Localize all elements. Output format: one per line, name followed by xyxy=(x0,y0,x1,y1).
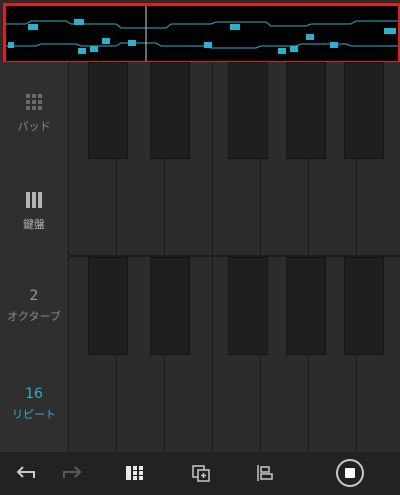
keyboard-label: 鍵盤 xyxy=(23,218,45,231)
black-key[interactable] xyxy=(150,257,190,355)
pad-layout-button[interactable] xyxy=(120,458,150,488)
keyboard-icon xyxy=(26,192,42,208)
black-key[interactable] xyxy=(228,257,268,355)
record-stop-icon xyxy=(336,459,364,487)
octave-control[interactable]: 2 オクターブ xyxy=(0,288,68,324)
duplicate-button[interactable] xyxy=(186,458,216,488)
black-key[interactable] xyxy=(228,62,268,159)
bottom-toolbar xyxy=(0,452,400,495)
pad-label: パッド xyxy=(17,120,51,133)
overview-highlight-frame xyxy=(3,3,400,64)
piano-keyboard[interactable] xyxy=(68,62,400,452)
repeat-value: 16 xyxy=(25,386,43,402)
black-key[interactable] xyxy=(286,257,326,355)
record-stop-button[interactable] xyxy=(335,458,365,488)
black-key[interactable] xyxy=(286,62,326,159)
pad-mode-button[interactable]: パッド xyxy=(0,94,68,134)
undo-button[interactable] xyxy=(10,458,40,488)
redo-icon xyxy=(63,466,82,478)
undo-icon xyxy=(16,466,35,478)
octave-value: 2 xyxy=(29,288,39,304)
pad-grid-icon xyxy=(26,94,42,110)
black-key[interactable] xyxy=(150,62,190,159)
black-key[interactable] xyxy=(344,257,384,355)
octave-label: オクターブ xyxy=(7,310,61,323)
black-key[interactable] xyxy=(344,62,384,159)
black-key[interactable] xyxy=(88,257,128,355)
align-icon xyxy=(257,465,273,481)
overview-graph xyxy=(6,6,398,61)
duplicate-icon xyxy=(192,465,210,482)
keyboard-mode-button[interactable]: 鍵盤 xyxy=(0,192,68,232)
align-button[interactable] xyxy=(250,458,280,488)
black-key[interactable] xyxy=(88,62,128,159)
repeat-label: リピート xyxy=(12,408,56,421)
pattern-overview[interactable] xyxy=(0,0,400,64)
sidebar: パッド 鍵盤 2 オクターブ 16 リピート xyxy=(0,62,68,452)
pad-layout-icon xyxy=(126,466,143,480)
repeat-control[interactable]: 16 リピート xyxy=(0,386,68,422)
redo-button[interactable] xyxy=(58,458,88,488)
